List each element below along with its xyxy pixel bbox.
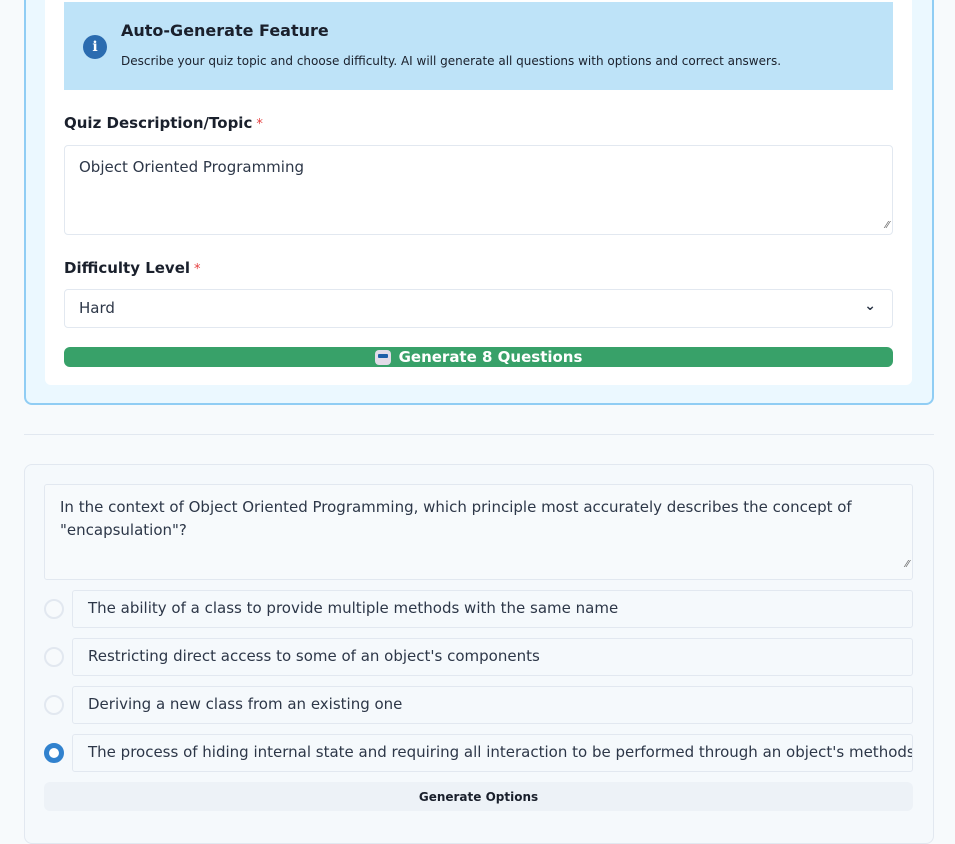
generate-options-button[interactable]: Generate Options — [44, 782, 913, 811]
option-radio[interactable] — [44, 695, 64, 715]
difficulty-select[interactable]: Hard ⌄ — [64, 289, 893, 328]
difficulty-label: Difficulty Level * — [64, 259, 201, 277]
auto-generate-card: i Auto-Generate Feature Describe your qu… — [45, 0, 912, 385]
option-row: Deriving a new class from an existing on… — [44, 686, 913, 724]
chevron-down-icon: ⌄ — [864, 298, 876, 314]
auto-generate-panel: i Auto-Generate Feature Describe your qu… — [24, 0, 934, 405]
option-radio[interactable] — [44, 599, 64, 619]
option-radio-selected[interactable] — [44, 743, 64, 763]
info-description: Describe your quiz topic and choose diff… — [121, 54, 782, 68]
resize-handle-icon[interactable]: ⁄⁄ — [886, 220, 889, 231]
question-text: In the context of Object Oriented Progra… — [60, 498, 852, 539]
option-input[interactable]: Deriving a new class from an existing on… — [72, 686, 913, 724]
robot-icon — [374, 349, 391, 365]
required-marker: * — [194, 262, 201, 277]
option-row: The ability of a class to provide multip… — [44, 590, 913, 628]
topic-label: Quiz Description/Topic * — [64, 114, 263, 132]
generate-questions-button[interactable]: Generate 8 Questions — [64, 347, 893, 367]
option-radio[interactable] — [44, 647, 64, 667]
resize-handle-icon[interactable]: ⁄⁄ — [906, 553, 909, 576]
required-marker: * — [256, 117, 263, 132]
info-title: Auto-Generate Feature — [121, 21, 329, 40]
option-input[interactable]: The process of hiding internal state and… — [72, 734, 913, 772]
divider — [24, 434, 934, 435]
option-input[interactable]: The ability of a class to provide multip… — [72, 590, 913, 628]
topic-label-text: Quiz Description/Topic — [64, 114, 253, 132]
info-banner: i Auto-Generate Feature Describe your qu… — [64, 2, 893, 90]
question-card: In the context of Object Oriented Progra… — [24, 464, 934, 844]
option-row: Restricting direct access to some of an … — [44, 638, 913, 676]
question-textarea[interactable]: In the context of Object Oriented Progra… — [44, 484, 913, 580]
topic-value: Object Oriented Programming — [79, 158, 304, 176]
option-input[interactable]: Restricting direct access to some of an … — [72, 638, 913, 676]
generate-questions-label: Generate 8 Questions — [398, 348, 583, 366]
difficulty-value: Hard — [79, 299, 115, 317]
info-icon: i — [83, 35, 107, 59]
option-row: The process of hiding internal state and… — [44, 734, 913, 772]
difficulty-label-text: Difficulty Level — [64, 259, 191, 277]
topic-textarea[interactable]: Object Oriented Programming ⁄⁄ — [64, 145, 893, 235]
